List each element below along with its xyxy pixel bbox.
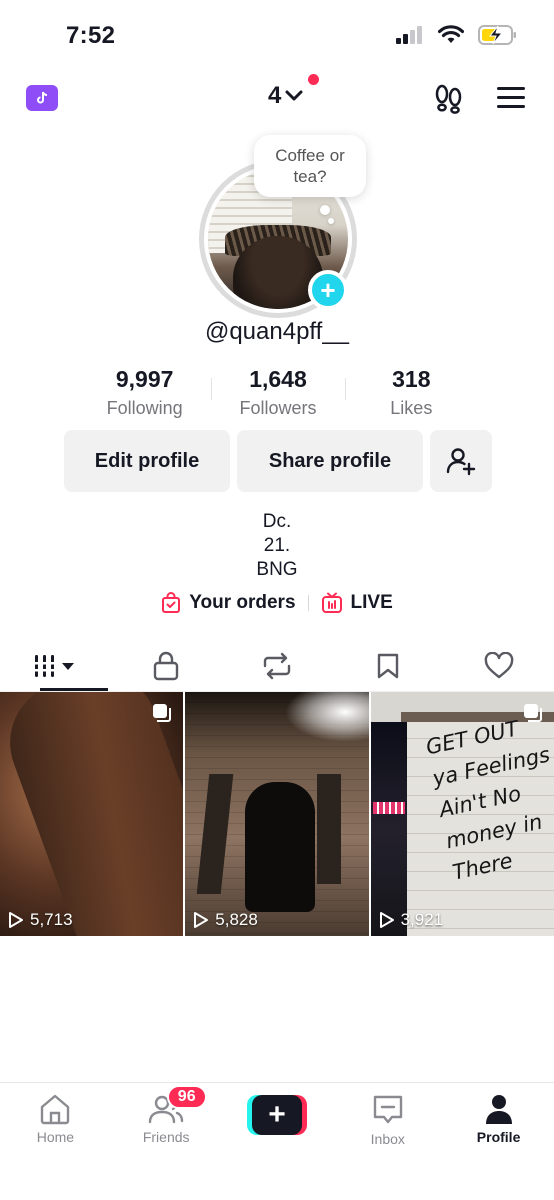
- tab-favorites[interactable]: [332, 640, 443, 691]
- ticket-icon[interactable]: [26, 85, 58, 111]
- shopping-bag-icon: [162, 592, 181, 613]
- lock-icon: [153, 651, 179, 680]
- profile-actions: Edit profile Share profile: [64, 430, 492, 492]
- your-orders-link[interactable]: Your orders: [161, 592, 296, 614]
- view-count-label: 5,828: [215, 910, 258, 929]
- live-link[interactable]: LIVE: [321, 592, 393, 614]
- video-thumbnail[interactable]: 5,828: [185, 692, 369, 936]
- bio-line: BNG: [256, 559, 298, 580]
- chevron-down-icon: [285, 90, 303, 101]
- bottom-nav: Home 96 Friends + Inbox Profile: [0, 1082, 554, 1200]
- view-count-label: 3,921: [400, 910, 444, 929]
- live-tv-icon: [321, 592, 342, 613]
- stat-value: 1,648: [249, 366, 307, 392]
- notification-dot: [308, 74, 319, 85]
- nav-label: Profile: [476, 1129, 521, 1145]
- repost-icon: [263, 652, 291, 679]
- your-orders-label: Your orders: [189, 592, 296, 613]
- bio-line: 21.: [263, 535, 291, 556]
- profile-stats: 9,997 Following 1,648 Followers 318 Like…: [78, 366, 478, 419]
- video-thumbnail[interactable]: 5,713: [0, 692, 184, 936]
- nav-create[interactable]: +: [222, 1083, 333, 1200]
- tab-private[interactable]: [111, 640, 222, 691]
- person-icon: [485, 1095, 512, 1124]
- wifi-icon: [438, 25, 464, 43]
- home-icon: [41, 1094, 70, 1125]
- tab-liked[interactable]: [443, 640, 554, 691]
- stat-value: 318: [392, 366, 431, 392]
- multi-photo-icon: [523, 704, 542, 722]
- account-switcher[interactable]: 4: [268, 82, 303, 110]
- live-label: LIVE: [350, 592, 393, 613]
- video-grid: 5,713 5,828 GET OUT ya Feelings Ain't No…: [0, 692, 554, 936]
- view-count: 5,713: [8, 910, 73, 930]
- tab-reposts[interactable]: [222, 640, 333, 691]
- nav-profile[interactable]: Profile: [443, 1083, 554, 1200]
- heart-icon: [484, 651, 513, 678]
- play-icon: [9, 912, 23, 928]
- bio: Dc. 21. BNG: [0, 510, 554, 582]
- nav-friends[interactable]: 96 Friends: [111, 1083, 222, 1200]
- stat-label: Following: [106, 398, 183, 418]
- friends-badge: 96: [166, 1085, 207, 1109]
- battery-charging-icon: [478, 25, 516, 45]
- signal-icon: [396, 26, 422, 44]
- note-bubble[interactable]: Coffee or tea?: [254, 135, 366, 197]
- grid-icon: [33, 654, 75, 677]
- multi-photo-icon: [153, 704, 172, 722]
- edit-profile-button[interactable]: Edit profile: [64, 430, 230, 492]
- stat-label: Followers: [239, 398, 317, 418]
- add-user-icon: [446, 448, 476, 476]
- inbox-icon: [373, 1095, 402, 1124]
- nav-label: Home: [36, 1129, 75, 1145]
- bookmark-icon: [377, 653, 398, 678]
- note-bubble-tail-small: [328, 218, 334, 224]
- view-count-label: 5,713: [30, 910, 73, 929]
- nav-label: Inbox: [370, 1131, 405, 1147]
- add-story-button[interactable]: +: [308, 270, 348, 310]
- account-label: 4: [268, 82, 282, 109]
- view-count: 3,921: [379, 910, 444, 930]
- view-count: 5,828: [193, 910, 258, 930]
- stat-following[interactable]: 9,997 Following: [78, 366, 211, 419]
- nav-home[interactable]: Home: [0, 1083, 111, 1200]
- username: @quan4pff__: [204, 318, 350, 345]
- stat-label: Likes: [390, 398, 433, 418]
- profile-links: Your orders LIVE: [0, 592, 554, 614]
- play-icon: [379, 912, 394, 928]
- content-tabs: [0, 640, 554, 692]
- top-nav: 4: [0, 70, 554, 126]
- menu-icon[interactable]: [497, 86, 525, 115]
- footprints-icon[interactable]: [434, 84, 464, 119]
- bio-line: Dc.: [262, 511, 292, 532]
- create-button[interactable]: +: [246, 1095, 307, 1135]
- stat-likes[interactable]: 318 Likes: [344, 366, 478, 419]
- status-icons: [396, 24, 518, 46]
- nav-inbox[interactable]: Inbox: [332, 1083, 443, 1200]
- add-friend-button[interactable]: [430, 430, 492, 492]
- status-time: 7:52: [66, 22, 116, 49]
- stat-value: 9,997: [115, 366, 174, 392]
- note-bubble-tail: [320, 205, 330, 215]
- tab-videos[interactable]: [0, 640, 111, 691]
- nav-label: Friends: [142, 1129, 190, 1145]
- video-thumbnail[interactable]: GET OUT ya Feelings Ain't No money in Th…: [370, 692, 554, 936]
- status-bar: 7:52: [0, 0, 554, 70]
- plus-icon: +: [251, 1095, 302, 1135]
- stat-followers[interactable]: 1,648 Followers: [211, 366, 344, 419]
- play-icon: [194, 912, 209, 928]
- share-profile-button[interactable]: Share profile: [237, 430, 423, 492]
- link-divider: [307, 595, 309, 611]
